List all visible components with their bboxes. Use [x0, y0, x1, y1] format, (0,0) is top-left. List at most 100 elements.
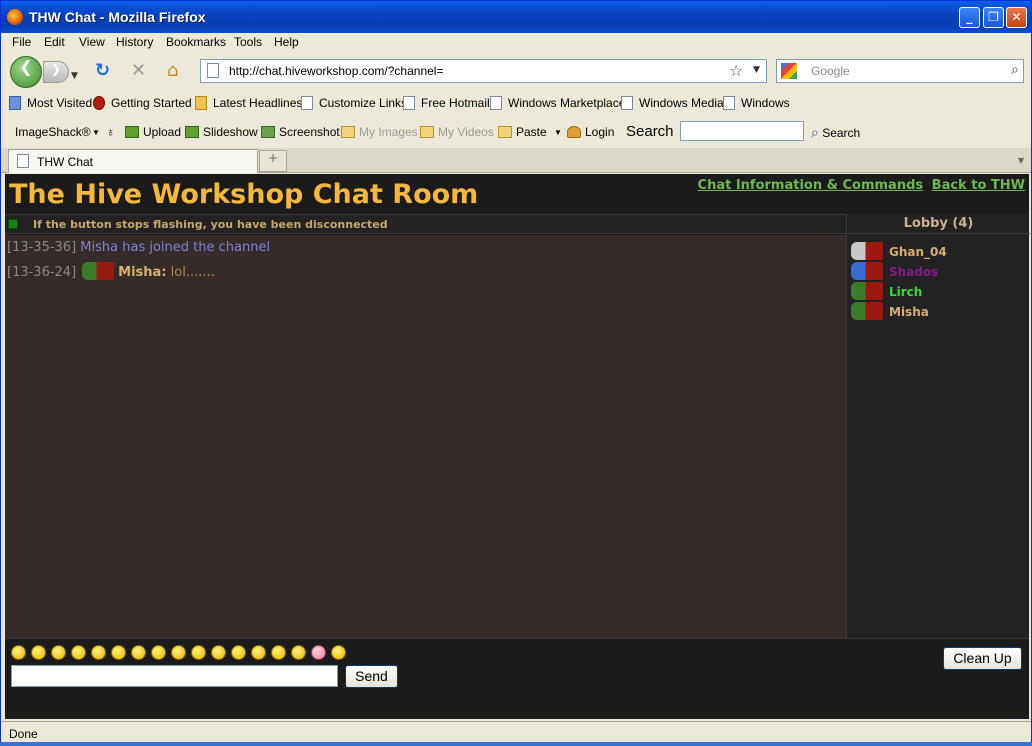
smiley-icon[interactable]: [131, 645, 146, 660]
back-button[interactable]: ❮: [10, 56, 42, 88]
magnifier-icon: ⌕: [811, 124, 819, 140]
menu-bar: File Edit View History Bookmarks Tools H…: [1, 33, 1031, 53]
navigation-toolbar: ❮ ❯ ▼ ↻ ✕ ⌂ http://chat.hiveworkshop.com…: [1, 53, 1031, 89]
header-links: Chat Information & Commands Back to THW: [694, 178, 1025, 193]
smiley-icon[interactable]: [91, 645, 106, 660]
bookmark-most-visited[interactable]: Most Visited: [9, 96, 92, 110]
page-icon: [490, 96, 502, 110]
page-icon: [621, 96, 633, 110]
firefox-logo-icon: [7, 9, 23, 25]
close-button[interactable]: ✕: [1006, 7, 1027, 28]
message-input[interactable]: [11, 665, 338, 687]
folder-icon: [9, 96, 21, 110]
slideshow-button[interactable]: Slideshow: [185, 125, 258, 139]
menu-view[interactable]: View: [79, 35, 105, 49]
message-nick[interactable]: Misha:: [118, 265, 166, 280]
smiley-icon[interactable]: [111, 645, 126, 660]
chat-log[interactable]: [13-35-36] Misha has joined the channel …: [5, 235, 846, 638]
menu-history[interactable]: History: [116, 35, 153, 49]
forward-button[interactable]: ❯: [43, 61, 69, 83]
restore-button[interactable]: ❐: [983, 7, 1004, 28]
user-list-item[interactable]: Ghan_04: [851, 242, 947, 260]
search-magnifier-icon[interactable]: ⌕: [1011, 62, 1019, 78]
smiley-bar: [11, 645, 351, 661]
menu-tools[interactable]: Tools: [234, 35, 262, 49]
smiley-icon[interactable]: [291, 645, 306, 660]
user-list-item[interactable]: Misha: [851, 302, 929, 320]
bookmark-latest-headlines[interactable]: Latest Headlines: [195, 96, 302, 110]
screenshot-button[interactable]: Screenshot: [261, 125, 340, 139]
smiley-icon[interactable]: [31, 645, 46, 660]
stop-icon[interactable]: ✕: [131, 62, 146, 80]
message-timestamp: [13-36-24]: [7, 265, 77, 280]
bookmark-getting-started[interactable]: Getting Started: [93, 96, 192, 110]
back-to-thw-link[interactable]: Back to THW: [932, 178, 1025, 193]
slideshow-icon: [185, 126, 199, 138]
bookmark-star-icon[interactable]: ☆: [729, 61, 743, 80]
imageshack-menu[interactable]: ImageShack®: [15, 125, 91, 139]
search-placeholder: Google: [811, 64, 850, 78]
smiley-icon[interactable]: [51, 645, 66, 660]
folder-icon: [420, 126, 434, 138]
minimize-button[interactable]: _: [959, 7, 980, 28]
page-icon: [301, 96, 313, 110]
my-videos-button[interactable]: My Videos: [420, 125, 494, 139]
connection-status-text: If the button stops flashing, you have b…: [33, 218, 388, 231]
composer-area: Send Clean Up: [5, 638, 1029, 693]
tab-list-dropdown-icon[interactable]: ▼: [1013, 150, 1029, 172]
menu-edit[interactable]: Edit: [44, 35, 65, 49]
smiley-icon[interactable]: [331, 645, 346, 660]
taskbar-edge: [0, 742, 1032, 746]
connection-indicator[interactable]: [8, 219, 18, 229]
menu-help[interactable]: Help: [274, 35, 299, 49]
bookmark-windows-media[interactable]: Windows Media: [621, 96, 724, 110]
message-timestamp: [13-35-36]: [7, 240, 77, 255]
title-bar[interactable]: THW Chat - Mozilla Firefox _ ❐ ✕: [1, 1, 1031, 33]
new-tab-button[interactable]: +: [259, 150, 287, 172]
smiley-icon[interactable]: [71, 645, 86, 660]
smiley-icon[interactable]: [11, 645, 26, 660]
clean-up-button[interactable]: Clean Up: [943, 647, 1022, 670]
paste-dropdown-icon[interactable]: ▼: [554, 128, 562, 137]
user-list-item[interactable]: Lirch: [851, 282, 922, 300]
send-button[interactable]: Send: [345, 665, 398, 688]
google-icon[interactable]: [781, 63, 797, 79]
page-icon: [207, 63, 219, 78]
rss-icon: [195, 96, 207, 110]
my-images-button[interactable]: My Images: [341, 125, 418, 139]
imageshack-search-button[interactable]: ⌕ Search: [811, 124, 860, 141]
smiley-icon[interactable]: [251, 645, 266, 660]
upload-button[interactable]: Upload: [125, 125, 181, 139]
page-icon: [17, 154, 29, 168]
imageshack-search-label: Search: [626, 123, 674, 140]
imageshack-dropdown-icon[interactable]: ▼: [92, 128, 100, 137]
url-bar[interactable]: http://chat.hiveworkshop.com/?channel= ☆…: [200, 59, 767, 83]
smiley-icon[interactable]: [231, 645, 246, 660]
lightbulb-icon[interactable]: ♁: [106, 125, 115, 139]
smiley-icon[interactable]: [151, 645, 166, 660]
home-icon[interactable]: ⌂: [167, 62, 178, 80]
chat-message: [13-35-36] Misha has joined the channel: [7, 240, 270, 255]
smiley-icon[interactable]: [211, 645, 226, 660]
reload-icon[interactable]: ↻: [95, 62, 110, 80]
imageshack-search-input[interactable]: [680, 121, 804, 141]
history-dropdown-icon[interactable]: ▼: [71, 67, 78, 85]
user-icon: [567, 126, 581, 138]
smiley-icon[interactable]: [311, 645, 326, 660]
tab-thw-chat[interactable]: THW Chat: [8, 149, 258, 173]
smiley-icon[interactable]: [191, 645, 206, 660]
url-dropdown-icon[interactable]: ▼: [753, 65, 760, 75]
bookmark-customize-links[interactable]: Customize Links: [301, 96, 407, 110]
bookmark-windows[interactable]: Windows: [723, 96, 790, 110]
search-box[interactable]: Google ⌕: [776, 59, 1024, 83]
menu-bookmarks[interactable]: Bookmarks: [166, 35, 226, 49]
login-button[interactable]: Login: [567, 125, 614, 139]
paste-button[interactable]: Paste: [498, 125, 547, 139]
smiley-icon[interactable]: [171, 645, 186, 660]
smiley-icon[interactable]: [271, 645, 286, 660]
bookmark-windows-marketplace[interactable]: Windows Marketplace: [490, 96, 625, 110]
bookmark-free-hotmail[interactable]: Free Hotmail: [403, 96, 490, 110]
chat-info-link[interactable]: Chat Information & Commands: [698, 178, 924, 193]
user-list-item[interactable]: Shados: [851, 262, 938, 280]
menu-file[interactable]: File: [12, 35, 31, 49]
